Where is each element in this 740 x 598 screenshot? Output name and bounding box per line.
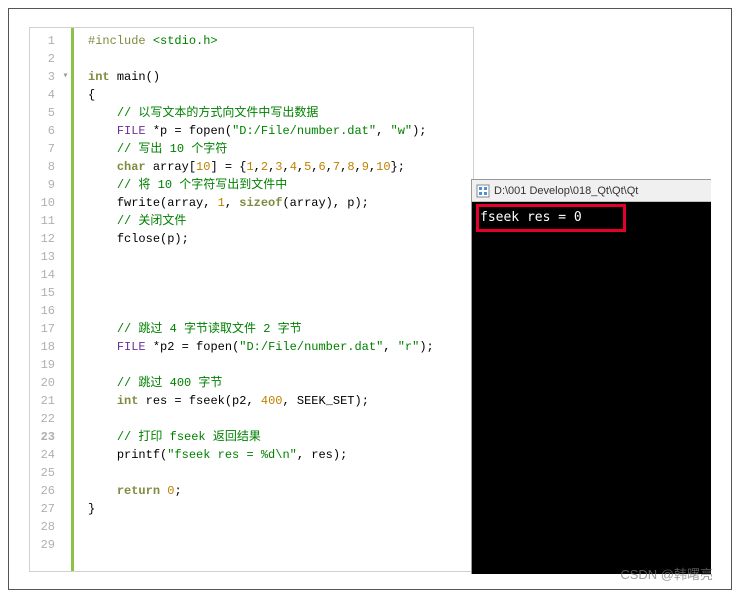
line-number: 21 (30, 392, 55, 410)
line-number: 23 (30, 428, 55, 446)
screenshot-frame: 1234567891011121314151617181920212223242… (8, 8, 732, 590)
fold-marker (60, 212, 71, 230)
fold-marker (60, 374, 71, 392)
line-number: 24 (30, 446, 55, 464)
line-number: 4 (30, 86, 55, 104)
code-line[interactable]: // 写出 10 个字符 (88, 140, 473, 158)
line-number: 27 (30, 500, 55, 518)
line-number: 9 (30, 176, 55, 194)
fold-marker (60, 284, 71, 302)
code-line[interactable] (88, 536, 473, 554)
fold-marker (60, 176, 71, 194)
line-number: 12 (30, 230, 55, 248)
console-window: D:\001 Develop\018_Qt\Qt\Qt fseek res = … (471, 179, 711, 574)
line-number: 14 (30, 266, 55, 284)
fold-marker (60, 500, 71, 518)
fold-marker (60, 320, 71, 338)
fold-marker (60, 194, 71, 212)
fold-marker (60, 428, 71, 446)
line-number: 29 (30, 536, 55, 554)
line-number: 11 (30, 212, 55, 230)
line-number: 20 (30, 374, 55, 392)
fold-column[interactable]: ▾ (60, 28, 74, 571)
line-number-gutter: 1234567891011121314151617181920212223242… (30, 28, 60, 571)
code-line[interactable]: // 以写文本的方式向文件中写出数据 (88, 104, 473, 122)
fold-marker (60, 338, 71, 356)
code-line[interactable] (88, 248, 473, 266)
code-line[interactable]: FILE *p = fopen("D:/File/number.dat", "w… (88, 122, 473, 140)
line-number: 13 (30, 248, 55, 266)
code-line[interactable]: FILE *p2 = fopen("D:/File/number.dat", "… (88, 338, 473, 356)
code-line[interactable]: // 将 10 个字符写出到文件中 (88, 176, 473, 194)
code-line[interactable]: int res = fseek(p2, 400, SEEK_SET); (88, 392, 473, 410)
line-number: 1 (30, 32, 55, 50)
fold-marker (60, 140, 71, 158)
code-line[interactable] (88, 266, 473, 284)
code-line[interactable] (88, 284, 473, 302)
console-titlebar[interactable]: D:\001 Develop\018_Qt\Qt\Qt (472, 180, 711, 202)
code-line[interactable]: // 打印 fseek 返回结果 (88, 428, 473, 446)
code-line[interactable]: return 0; (88, 482, 473, 500)
code-line[interactable] (88, 50, 473, 68)
line-number: 8 (30, 158, 55, 176)
code-line[interactable]: fclose(p); (88, 230, 473, 248)
code-editor[interactable]: 1234567891011121314151617181920212223242… (29, 27, 474, 572)
fold-marker (60, 266, 71, 284)
code-line[interactable] (88, 518, 473, 536)
console-title-text: D:\001 Develop\018_Qt\Qt\Qt (494, 185, 638, 197)
line-number: 19 (30, 356, 55, 374)
fold-marker (60, 248, 71, 266)
fold-marker (60, 536, 71, 554)
line-number: 16 (30, 302, 55, 320)
console-output-line: fseek res = 0 (480, 210, 703, 225)
code-line[interactable]: // 跳过 4 字节读取文件 2 字节 (88, 320, 473, 338)
code-area[interactable]: #include <stdio.h> int main(){ // 以写文本的方式… (74, 28, 473, 571)
watermark: CSDN @韩曙亮 (620, 564, 713, 583)
fold-marker (60, 464, 71, 482)
code-line[interactable]: printf("fseek res = %d\n", res); (88, 446, 473, 464)
code-line[interactable]: #include <stdio.h> (88, 32, 473, 50)
fold-marker (60, 32, 71, 50)
code-line[interactable] (88, 464, 473, 482)
code-line[interactable]: char array[10] = {1,2,3,4,5,6,7,8,9,10}; (88, 158, 473, 176)
code-line[interactable] (88, 356, 473, 374)
fold-marker (60, 158, 71, 176)
line-number: 7 (30, 140, 55, 158)
fold-marker (60, 230, 71, 248)
code-line[interactable]: int main() (88, 68, 473, 86)
fold-marker (60, 446, 71, 464)
line-number: 25 (30, 464, 55, 482)
code-line[interactable]: // 跳过 400 字节 (88, 374, 473, 392)
line-number: 22 (30, 410, 55, 428)
line-number: 18 (30, 338, 55, 356)
console-body[interactable]: fseek res = 0 (472, 202, 711, 574)
fold-marker (60, 356, 71, 374)
fold-marker (60, 518, 71, 536)
line-number: 26 (30, 482, 55, 500)
fold-marker (60, 122, 71, 140)
line-number: 10 (30, 194, 55, 212)
code-line[interactable]: fwrite(array, 1, sizeof(array), p); (88, 194, 473, 212)
line-number: 3 (30, 68, 55, 86)
code-line[interactable] (88, 410, 473, 428)
code-line[interactable]: } (88, 500, 473, 518)
fold-marker (60, 482, 71, 500)
line-number: 15 (30, 284, 55, 302)
line-number: 17 (30, 320, 55, 338)
fold-marker (60, 50, 71, 68)
line-number: 28 (30, 518, 55, 536)
app-icon (476, 184, 490, 198)
fold-marker (60, 392, 71, 410)
line-number: 6 (30, 122, 55, 140)
code-line[interactable]: // 关闭文件 (88, 212, 473, 230)
fold-marker[interactable]: ▾ (60, 68, 71, 86)
fold-marker (60, 410, 71, 428)
fold-marker (60, 104, 71, 122)
fold-marker (60, 86, 71, 104)
code-line[interactable]: { (88, 86, 473, 104)
line-number: 2 (30, 50, 55, 68)
line-number: 5 (30, 104, 55, 122)
code-line[interactable] (88, 302, 473, 320)
fold-marker (60, 302, 71, 320)
